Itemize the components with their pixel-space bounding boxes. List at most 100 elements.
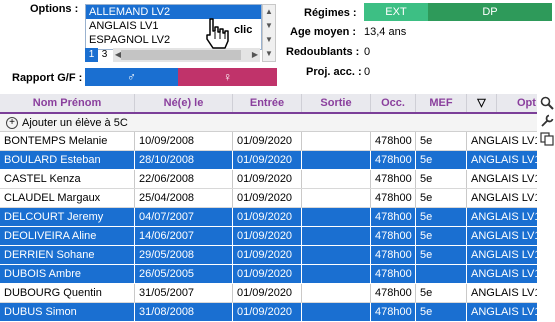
cell-occ: 478h00 [371, 265, 416, 283]
scroll-down-icon[interactable]: ▼ [263, 33, 275, 47]
table-side-toolbar [538, 94, 555, 154]
cell-name: DELCOURT Jeremy [0, 208, 135, 226]
cell-mef [416, 265, 467, 283]
cell-name: DEOLIVEIRA Aline [0, 227, 135, 245]
cell-name: BOULARD Esteban [0, 151, 135, 169]
regimes-label: Régimes : [304, 7, 357, 19]
cell-options: ANGLAIS LV1 [471, 211, 537, 223]
options-label: Options : [30, 3, 79, 15]
cell-entry: 01/09/2020 [233, 265, 302, 283]
cell-name: CASTEL Kenza [0, 170, 135, 188]
plus-circle-icon: + [6, 117, 18, 129]
cell-birthdate: 31/08/2008 [135, 303, 233, 321]
age-value: 13,4 ans [364, 26, 407, 38]
table-row[interactable]: DELCOURT Jeremy 04/07/2007 01/09/2020 478h0… [0, 208, 537, 227]
cell-options: ANGLAIS LV1 [471, 306, 537, 318]
search-icon[interactable] [540, 96, 554, 110]
cell-mef: 5e [416, 303, 467, 321]
cell-name: DUBOURG Quentin [0, 284, 135, 302]
page-button-3[interactable]: 3 [98, 48, 111, 62]
cell-entry: 01/09/2020 [233, 227, 302, 245]
cell-name: DUBUS Simon [0, 303, 135, 321]
cell-birthdate: 28/10/2008 [135, 151, 233, 169]
cell-occ: 478h00 [371, 227, 416, 245]
proj-value: 0 [364, 66, 371, 78]
female-ratio-bar: ♀ [178, 68, 277, 86]
cell-exit [302, 227, 371, 245]
cell-birthdate: 04/07/2007 [135, 208, 233, 226]
table-row[interactable]: DERRIEN Sohane 29/05/2008 01/09/2020 478h00… [0, 246, 537, 265]
cell-mef: 5e [416, 227, 467, 245]
add-student-label: Ajouter un élève à 5C [22, 117, 128, 129]
column-header-name[interactable]: Nom Prénom [0, 94, 135, 112]
regime-dp-bar: DP [428, 3, 552, 21]
cell-entry: 01/09/2020 [233, 303, 302, 321]
cell-exit [302, 265, 371, 283]
scroll-down-icon[interactable]: ▼ [263, 47, 275, 61]
cell-birthdate: 14/06/2007 [135, 227, 233, 245]
scroll-thumb[interactable] [121, 50, 241, 60]
cell-occ: 478h00 [371, 132, 416, 150]
cell-options: ANGLAIS LV1 [471, 135, 537, 147]
cell-exit [302, 208, 371, 226]
cell-entry: 01/09/2020 [233, 170, 302, 188]
cell-birthdate: 29/05/2008 [135, 246, 233, 264]
table-row[interactable]: DUBOIS Ambre 26/05/2005 01/09/2020 478h00 AN… [0, 265, 537, 284]
cell-options: ANGLAIS LV1 [471, 268, 537, 280]
cell-exit [302, 284, 371, 302]
cell-exit [302, 151, 371, 169]
cell-mef: 5e [416, 246, 467, 264]
table-row[interactable]: DEOLIVEIRA Aline 14/06/2007 01/09/2020 478h… [0, 227, 537, 246]
cell-occ: 478h00 [371, 151, 416, 169]
add-student-row[interactable]: + Ajouter un élève à 5C [0, 114, 537, 132]
column-header-exit[interactable]: Sortie [302, 94, 371, 112]
cell-entry: 01/09/2020 [233, 132, 302, 150]
cell-occ: 478h00 [371, 303, 416, 321]
table-row[interactable]: CASTEL Kenza 22/06/2008 01/09/2020 478h00 5e… [0, 170, 537, 189]
page-button-1[interactable]: 1 [85, 48, 98, 62]
scroll-down-icon[interactable]: ▼ [263, 19, 275, 33]
option-item-allemand[interactable]: ALLEMAND LV2 [86, 5, 261, 19]
options-vertical-scrollbar[interactable]: ▲ ▼ ▼ ▼ [262, 4, 276, 62]
redoublants-value: 0 [364, 46, 371, 58]
cell-entry: 01/09/2020 [233, 208, 302, 226]
options-pager: 1 3 [85, 48, 111, 62]
cell-mef: 5e [416, 132, 467, 150]
table-row[interactable]: BONTEMPS Melanie 10/09/2008 01/09/2020 478h… [0, 132, 537, 151]
cell-mef: 5e [416, 151, 467, 169]
scroll-right-icon[interactable]: ▶ [250, 48, 260, 62]
column-header-mef[interactable]: MEF [416, 94, 467, 112]
table-row[interactable]: DUBUS Simon 31/08/2008 01/09/2020 478h00 5e A… [0, 303, 537, 322]
column-header-birthdate[interactable]: Né(e) le [135, 94, 233, 112]
options-horizontal-scrollbar[interactable]: ◀ ▶ [113, 48, 260, 62]
regime-ext-bar: EXT [364, 3, 428, 21]
scroll-up-icon[interactable]: ▲ [263, 5, 275, 19]
hand-cursor-icon [206, 18, 229, 49]
column-header-entry[interactable]: Entrée [233, 94, 302, 112]
cell-occ: 478h00 [371, 170, 416, 188]
regime-ext-label: EXT [385, 6, 407, 18]
cell-options: ANGLAIS LV1 [471, 173, 537, 185]
cell-exit [302, 303, 371, 321]
cell-mef: 5e [416, 208, 467, 226]
cell-entry: 01/09/2020 [233, 284, 302, 302]
cell-mef: 5e [416, 284, 467, 302]
proj-label: Proj. acc. : [306, 66, 362, 78]
cell-name: CLAUDEL Margaux [0, 189, 135, 207]
cell-birthdate: 22/06/2008 [135, 170, 233, 188]
wrench-icon[interactable] [540, 114, 554, 128]
cell-birthdate: 26/05/2005 [135, 265, 233, 283]
column-header-options[interactable]: Opt [497, 94, 537, 112]
table-row[interactable]: CLAUDEL Margaux 25/04/2008 01/09/2020 478h0… [0, 189, 537, 208]
cursor-caption: clic [234, 24, 253, 36]
cell-entry: 01/09/2020 [233, 246, 302, 264]
cell-options: ANGLAIS LV1 [471, 192, 537, 204]
cell-exit [302, 189, 371, 207]
table-row[interactable]: DUBOURG Quentin 31/05/2007 01/09/2020 478h0… [0, 284, 537, 303]
cell-birthdate: 31/05/2007 [135, 284, 233, 302]
rapport-label: Rapport G/F : [12, 72, 83, 84]
column-filter-icon[interactable]: ▽ [467, 94, 497, 112]
table-row[interactable]: BOULARD Esteban 28/10/2008 01/09/2020 478h0… [0, 151, 537, 170]
copy-icon[interactable] [540, 132, 554, 146]
column-header-occ[interactable]: Occ. [371, 94, 416, 112]
